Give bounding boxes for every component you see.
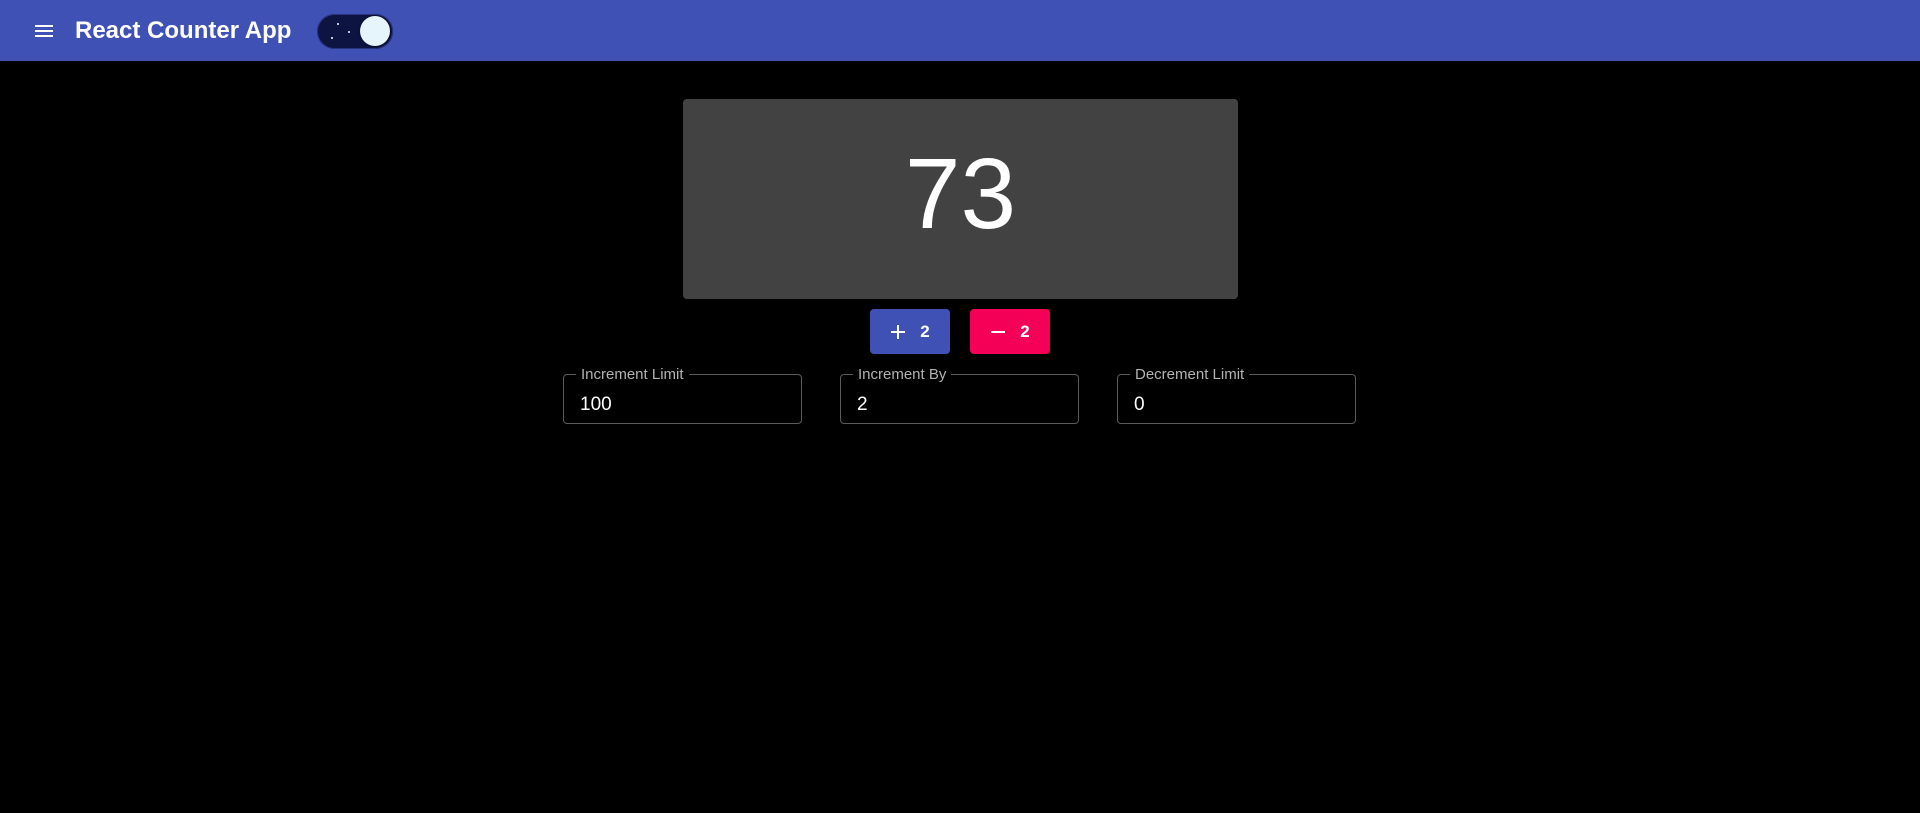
- app-bar: React Counter App: [0, 0, 1920, 61]
- menu-button[interactable]: [27, 15, 61, 47]
- app-title: React Counter App: [75, 17, 292, 44]
- decrement-limit-input[interactable]: [1118, 375, 1355, 423]
- increment-button[interactable]: 2: [870, 309, 950, 354]
- increment-by-field: Increment By: [840, 366, 1079, 424]
- counter-value: 73: [904, 138, 1017, 250]
- star-icon: [348, 31, 350, 33]
- hamburger-menu-icon: [35, 25, 53, 37]
- toggle-knob[interactable]: [360, 16, 390, 46]
- theme-toggle[interactable]: [317, 14, 393, 49]
- decrement-button-label: 2: [1020, 321, 1030, 341]
- counter-display: 73: [683, 99, 1238, 299]
- plus-icon: [891, 324, 906, 339]
- decrement-limit-field: Decrement Limit: [1117, 366, 1356, 424]
- decrement-button[interactable]: 2: [970, 309, 1050, 354]
- increment-button-label: 2: [920, 321, 930, 341]
- minus-icon: [991, 330, 1006, 333]
- increment-limit-input[interactable]: [564, 375, 801, 423]
- increment-limit-field: Increment Limit: [563, 366, 802, 424]
- increment-by-input[interactable]: [841, 375, 1078, 423]
- star-icon: [331, 37, 333, 39]
- star-icon: [337, 23, 339, 25]
